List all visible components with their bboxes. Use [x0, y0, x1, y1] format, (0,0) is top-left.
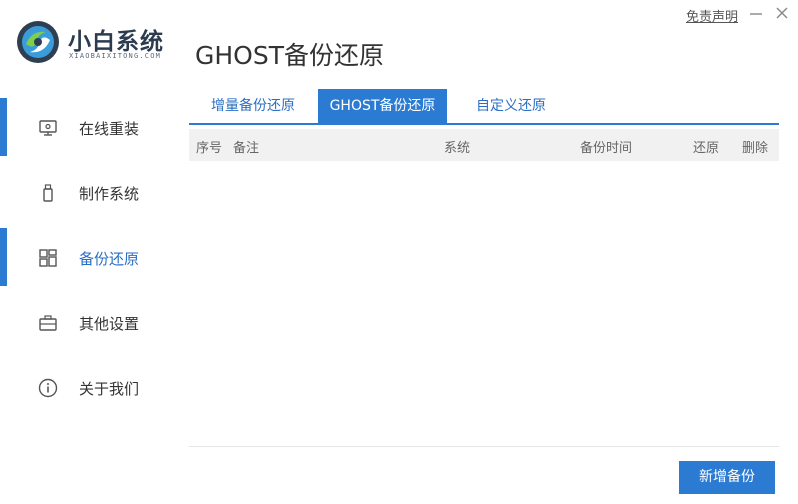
logo-icon	[17, 21, 59, 63]
sidebar-item-label: 在线重装	[79, 120, 140, 138]
tab-incremental-backup[interactable]: 增量备份还原	[189, 89, 317, 123]
disclaimer-link[interactable]: 免责声明	[686, 6, 738, 25]
info-icon	[38, 378, 58, 398]
column-header-system: 系统	[444, 141, 471, 156]
column-header-delete: 删除	[742, 141, 769, 156]
divider	[189, 446, 779, 447]
add-backup-button[interactable]: 新增备份	[679, 461, 775, 494]
brand-name: 小白系统	[68, 29, 164, 55]
brand-subtitle: XIAOBAIXITONG.COM	[69, 52, 162, 60]
tab-custom-restore[interactable]: 自定义还原	[447, 89, 575, 123]
minimize-icon[interactable]	[747, 4, 765, 22]
sidebar-item-label: 制作系统	[79, 185, 140, 203]
sidebar-item-label: 其他设置	[79, 315, 140, 333]
sidebar-item-online-reinstall[interactable]: 在线重装	[0, 98, 180, 156]
toolbox-icon	[39, 315, 57, 331]
sidebar-item-backup-restore[interactable]: 备份还原	[0, 228, 180, 286]
column-header-note: 备注	[233, 141, 260, 156]
tab-ghost-backup[interactable]: GHOST备份还原	[318, 89, 447, 123]
tab-bar: 增量备份还原 GHOST备份还原 自定义还原	[189, 89, 779, 125]
active-indicator	[0, 228, 7, 286]
column-header-index: 序号	[196, 141, 223, 156]
sidebar-item-label: 关于我们	[79, 380, 140, 398]
column-header-restore: 还原	[693, 141, 720, 156]
column-header-backup-time: 备份时间	[580, 141, 633, 156]
grid-icon	[39, 249, 57, 267]
active-indicator	[0, 98, 7, 156]
backup-table-header: 序号 备注 系统 备份时间 还原 删除	[189, 129, 779, 161]
page-title: GHOST备份还原	[195, 41, 384, 70]
close-icon[interactable]	[773, 4, 791, 22]
sidebar-item-other-settings[interactable]: 其他设置	[0, 293, 180, 351]
usb-drive-icon	[43, 184, 53, 202]
monitor-icon	[39, 120, 57, 136]
sidebar-item-label: 备份还原	[79, 250, 140, 268]
sidebar-item-make-system[interactable]: 制作系统	[0, 163, 180, 221]
sidebar-item-about-us[interactable]: 关于我们	[0, 358, 180, 416]
